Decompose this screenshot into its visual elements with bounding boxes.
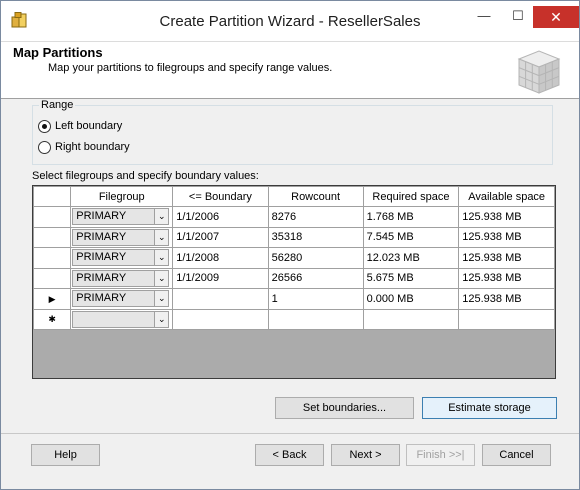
filegroup-cell[interactable]: PRIMARY ⌄: [70, 288, 174, 310]
column-header-rowcount[interactable]: Rowcount: [267, 186, 364, 207]
current-row-icon: ▶: [48, 293, 56, 304]
column-header-boundary[interactable]: <= Boundary: [172, 186, 269, 207]
estimate-storage-button[interactable]: Estimate storage: [422, 397, 557, 419]
required-space-cell: 12.023 MB: [362, 247, 460, 269]
available-space-cell: 125.938 MB: [458, 247, 555, 269]
row-header[interactable]: [32, 226, 72, 248]
page-title: Map Partitions: [13, 45, 103, 60]
available-space-cell: 125.938 MB: [458, 226, 555, 248]
table-row[interactable]: PRIMARY ⌄ 1/1/2008 56280 12.023 MB 125.93…: [32, 247, 555, 269]
filegroup-dropdown[interactable]: PRIMARY ⌄: [72, 228, 170, 246]
next-button[interactable]: Next >: [331, 444, 400, 466]
filegroup-dropdown[interactable]: ⌄: [72, 310, 170, 328]
table-header-row: Filegroup <= Boundary Rowcount Required …: [32, 186, 555, 207]
filegroup-dropdown[interactable]: PRIMARY ⌄: [72, 249, 170, 267]
row-header[interactable]: [32, 267, 72, 289]
finish-button[interactable]: Finish >>|: [406, 444, 475, 466]
chevron-down-icon[interactable]: ⌄: [154, 270, 169, 286]
rowcount-cell: 35318: [267, 226, 364, 248]
required-space-cell: 5.675 MB: [362, 267, 460, 289]
available-space-cell: 125.938 MB: [458, 267, 555, 289]
partition-table: Filegroup <= Boundary Rowcount Required …: [32, 186, 555, 330]
range-label: Range: [39, 99, 76, 111]
right-boundary-radio[interactable]: [38, 141, 51, 154]
back-button[interactable]: < Back: [255, 444, 324, 466]
filegroup-value: PRIMARY: [76, 292, 127, 305]
boundary-cell[interactable]: 1/1/2007: [172, 226, 269, 248]
filegroup-cell[interactable]: PRIMARY ⌄: [70, 267, 174, 289]
available-space-cell: 125.938 MB: [458, 288, 555, 310]
set-boundaries-button[interactable]: Set boundaries...: [275, 397, 414, 419]
boundary-cell[interactable]: 1/1/2006: [172, 206, 269, 228]
table-row[interactable]: ▶ PRIMARY ⌄ 1 0.000 MB 125.938 MB: [32, 288, 555, 310]
left-boundary-label: Left boundary: [55, 120, 123, 132]
required-space-cell: [362, 308, 460, 330]
cancel-button[interactable]: Cancel: [482, 444, 551, 466]
table-row[interactable]: PRIMARY ⌄ 1/1/2007 35318 7.545 MB 125.938…: [32, 226, 555, 248]
boundary-cell[interactable]: [172, 288, 269, 310]
filegroup-value: PRIMARY: [76, 210, 127, 223]
column-header-available-space[interactable]: Available space: [458, 186, 555, 207]
range-groupbox: [32, 105, 553, 165]
boundary-cell[interactable]: 1/1/2009: [172, 267, 269, 289]
grid-caption: Select filegroups and specify boundary v…: [32, 170, 259, 182]
filegroup-dropdown[interactable]: PRIMARY ⌄: [72, 269, 170, 287]
new-row-icon: ✱: [48, 314, 56, 325]
boundary-cell[interactable]: 1/1/2008: [172, 247, 269, 269]
chevron-down-icon[interactable]: ⌄: [154, 291, 169, 307]
page-subtitle: Map your partitions to filegroups and sp…: [48, 62, 333, 74]
available-space-cell: [458, 308, 555, 330]
rowcount-cell: 8276: [267, 206, 364, 228]
column-header-filegroup[interactable]: Filegroup: [70, 186, 174, 207]
filegroup-cell[interactable]: ⌄: [70, 308, 174, 330]
filegroup-value: PRIMARY: [76, 251, 127, 264]
required-space-cell: 7.545 MB: [362, 226, 460, 248]
corner-header: [32, 186, 72, 207]
available-space-cell: 125.938 MB: [458, 206, 555, 228]
wizard-header: Map Partitions Map your partitions to fi…: [1, 41, 579, 99]
row-header[interactable]: [32, 247, 72, 269]
filegroup-cell[interactable]: PRIMARY ⌄: [70, 247, 174, 269]
cube-icon: [517, 50, 561, 94]
rowcount-cell: 26566: [267, 267, 364, 289]
chevron-down-icon[interactable]: ⌄: [154, 311, 169, 327]
filegroup-dropdown[interactable]: PRIMARY ⌄: [72, 290, 170, 308]
chevron-down-icon[interactable]: ⌄: [154, 209, 169, 225]
chevron-down-icon[interactable]: ⌄: [154, 250, 169, 266]
rowcount-cell: [267, 308, 364, 330]
close-button[interactable]: ✕: [533, 6, 579, 28]
table-row[interactable]: PRIMARY ⌄ 1/1/2009 26566 5.675 MB 125.938…: [32, 267, 555, 289]
help-button[interactable]: Help: [31, 444, 100, 466]
partition-grid[interactable]: Filegroup <= Boundary Rowcount Required …: [32, 185, 556, 379]
maximize-button[interactable]: ☐: [503, 5, 533, 29]
column-header-required-space[interactable]: Required space: [362, 186, 460, 207]
required-space-cell: 0.000 MB: [362, 288, 460, 310]
right-boundary-label: Right boundary: [55, 141, 130, 153]
title-bar[interactable]: Create Partition Wizard - ResellerSales …: [1, 1, 579, 41]
footer-divider: [1, 433, 579, 434]
row-header-current[interactable]: ▶: [32, 288, 72, 310]
row-header-new[interactable]: ✱: [32, 308, 72, 330]
left-boundary-radio[interactable]: [38, 120, 51, 133]
filegroup-cell[interactable]: PRIMARY ⌄: [70, 206, 174, 228]
rowcount-cell: 56280: [267, 247, 364, 269]
filegroup-dropdown[interactable]: PRIMARY ⌄: [72, 208, 170, 226]
table-row[interactable]: PRIMARY ⌄ 1/1/2006 8276 1.768 MB 125.938 …: [32, 206, 555, 228]
filegroup-value: PRIMARY: [76, 271, 127, 284]
filegroup-cell[interactable]: PRIMARY ⌄: [70, 226, 174, 248]
wizard-window: Create Partition Wizard - ResellerSales …: [0, 0, 580, 490]
minimize-button[interactable]: —: [469, 5, 499, 29]
chevron-down-icon[interactable]: ⌄: [154, 229, 169, 245]
filegroup-value: PRIMARY: [76, 230, 127, 243]
table-row-new[interactable]: ✱ ⌄: [32, 308, 555, 330]
boundary-cell[interactable]: [172, 308, 269, 330]
rowcount-cell: 1: [267, 288, 364, 310]
row-header[interactable]: [32, 206, 72, 228]
required-space-cell: 1.768 MB: [362, 206, 460, 228]
